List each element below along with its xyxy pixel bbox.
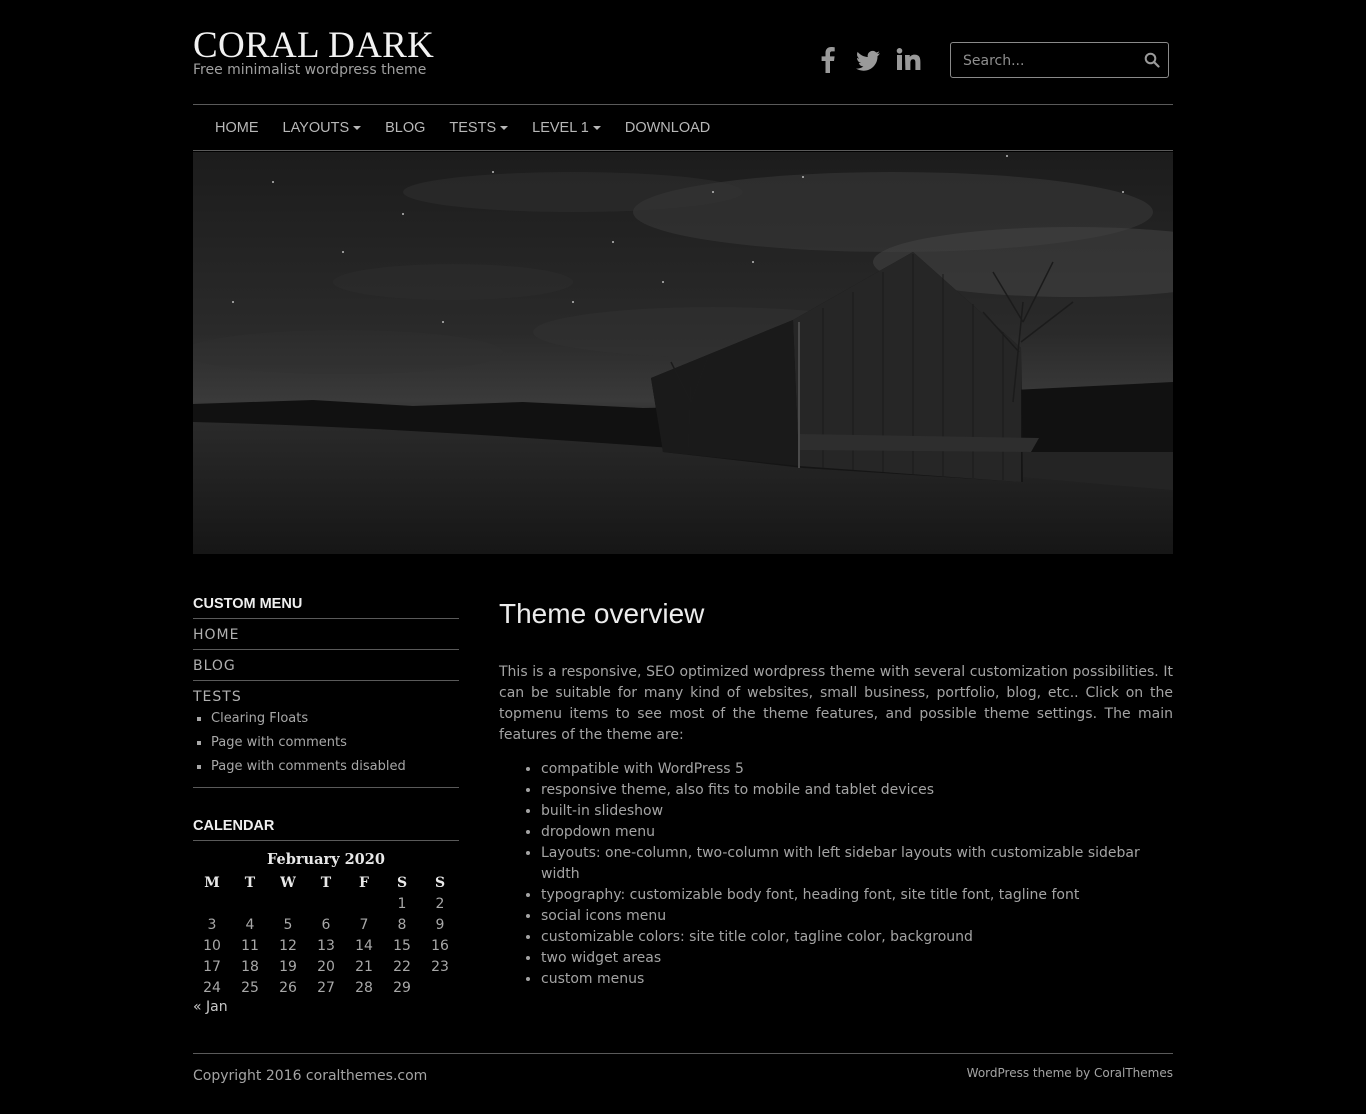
search-icon[interactable] [1144,52,1160,68]
facebook-icon[interactable] [815,46,841,74]
calendar-day: 23 [431,958,449,975]
site-title[interactable]: CORAL DARK [193,26,434,66]
calendar-day: 2 [435,895,445,912]
calendar-prev-month-link[interactable]: « Jan [193,999,459,1015]
calendar-day [421,977,459,998]
weekday-header: S [396,874,408,891]
calendar-day: 7 [359,916,369,933]
calendar-day: 21 [355,958,373,975]
weekday-header: F [359,874,369,891]
list-item: built-in slideshow [541,801,1173,822]
features-list: compatible with WordPress 5 responsive t… [499,759,1173,990]
main-content: Theme overview This is a responsive, SEO… [499,596,1173,990]
weekday-header: S [434,874,446,891]
calendar-day: 5 [283,916,293,933]
list-item: compatible with WordPress 5 [541,759,1173,780]
list-item: responsive theme, also fits to mobile an… [541,780,1173,801]
calendar-day: 12 [279,937,297,954]
calendar-day: 18 [241,958,259,975]
calendar-week: 10 11 12 13 14 15 16 [193,935,459,956]
calendar-day [345,893,383,914]
calendar-day: 26 [279,979,297,996]
calendar: February 2020 M T W T F S S 1 2 3 4 5 6 … [193,849,459,998]
footer: Copyright 2016 coralthemes.com WordPress… [193,1053,1173,1084]
sidebar-item-blog[interactable]: BLOG [193,650,459,681]
header-image [193,152,1173,554]
calendar-day: 3 [207,916,217,933]
sidebar-item-home[interactable]: HOME [193,619,459,650]
list-item: typography: customizable body font, head… [541,885,1173,906]
nav-item-home[interactable]: HOME [215,105,259,151]
calendar-day: 15 [393,937,411,954]
calendar-day [193,893,231,914]
calendar-day: 1 [397,895,407,912]
weekday-header: T [320,874,332,891]
caret-down-icon [353,126,362,130]
weekday-header: M [204,874,220,891]
calendar-day: 17 [203,958,221,975]
search-input[interactable] [961,43,1145,79]
list-item: social icons menu [541,906,1173,927]
main-nav: HOME LAYOUTS BLOG TESTS LEVEL 1 DOWNLOAD [193,104,1173,151]
calendar-day: 22 [393,958,411,975]
calendar-day: 24 [203,979,221,996]
calendar-day: 8 [397,916,407,933]
copyright-text: Copyright 2016 coralthemes.com [193,1068,428,1084]
search-box [950,42,1169,79]
caret-down-icon [592,126,601,130]
calendar-day: 6 [321,916,331,933]
submenu-item-clearing-floats[interactable]: Clearing Floats [193,707,459,731]
calendar-title: CALENDAR [193,818,459,841]
list-item: customizable colors: site title color, t… [541,927,1173,948]
calendar-day [231,893,269,914]
sidebar-item-tests[interactable]: TESTS [193,681,459,707]
calendar-week: 3 4 5 6 7 8 9 [193,914,459,935]
calendar-day: 14 [355,937,373,954]
tests-submenu: Clearing Floats Page with comments Page … [193,707,459,788]
submenu-item-page-with-comments-disabled[interactable]: Page with comments disabled [193,755,459,779]
custom-menu-title: CUSTOM MENU [193,596,459,619]
list-item: two widget areas [541,948,1173,969]
nav-item-layouts[interactable]: LAYOUTS [283,105,362,151]
list-item: dropdown menu [541,822,1173,843]
calendar-day: 13 [317,937,335,954]
calendar-day: 19 [279,958,297,975]
calendar-day [269,893,307,914]
calendar-day: 4 [245,916,255,933]
calendar-day: 11 [241,937,259,954]
page-title: Theme overview [499,598,705,629]
calendar-day: 9 [435,916,445,933]
sidebar: CUSTOM MENU HOME BLOG TESTS Clearing Flo… [193,596,459,1015]
calendar-caption: February 2020 [267,851,385,868]
nav-item-tests[interactable]: TESTS [449,105,509,151]
calendar-day: 28 [355,979,373,996]
calendar-week: 17 18 19 20 21 22 23 [193,956,459,977]
caret-down-icon [500,126,509,130]
submenu-item-page-with-comments[interactable]: Page with comments [193,731,459,755]
weekday-header: T [244,874,256,891]
intro-paragraph: This is a responsive, SEO optimized word… [499,664,1173,743]
list-item: custom menus [541,969,1173,990]
twitter-icon[interactable] [855,46,881,74]
calendar-day [307,893,345,914]
nav-item-level-1[interactable]: LEVEL 1 [532,105,601,151]
calendar-day: 29 [393,979,411,996]
nav-item-download[interactable]: DOWNLOAD [625,105,710,151]
site-tagline: Free minimalist wordpress theme [193,62,427,78]
calendar-day: 16 [431,937,449,954]
calendar-day: 10 [203,937,221,954]
calendar-week: 24 25 26 27 28 29 [193,977,459,998]
calendar-day: 25 [241,979,259,996]
theme-credit-link[interactable]: WordPress theme by CoralThemes [967,1066,1173,1080]
calendar-week: 1 2 [193,893,459,914]
social-icons [815,46,921,74]
linkedin-icon[interactable] [895,46,921,74]
list-item: Layouts: one-column, two-column with lef… [541,843,1173,885]
calendar-day: 27 [317,979,335,996]
nav-item-blog[interactable]: BLOG [385,105,425,151]
weekday-header: W [280,874,296,891]
calendar-day: 20 [317,958,335,975]
